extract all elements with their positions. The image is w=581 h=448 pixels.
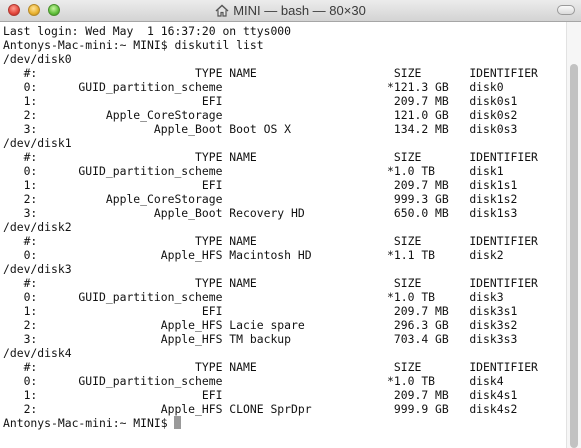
terminal-line: 0: GUID_partition_scheme *121.3 GB disk0: [3, 80, 504, 94]
terminal-line: /dev/disk1: [3, 136, 72, 150]
terminal-line: /dev/disk4: [3, 346, 72, 360]
terminal-line: #: TYPE NAME SIZE IDENTIFIER: [3, 234, 538, 248]
terminal-line: 2: Apple_CoreStorage 121.0 GB disk0s2: [3, 108, 518, 122]
terminal-line: 3: Apple_Boot Boot OS X 134.2 MB disk0s3: [3, 122, 518, 136]
terminal-line: /dev/disk0: [3, 52, 72, 66]
terminal-line: 0: GUID_partition_scheme *1.0 TB disk1: [3, 164, 504, 178]
terminal-line: 0: GUID_partition_scheme *1.0 TB disk4: [3, 374, 504, 388]
terminal-line: 0: GUID_partition_scheme *1.0 TB disk3: [3, 290, 504, 304]
terminal-line: 2: Apple_HFS Lacie spare 296.3 GB disk3s…: [3, 318, 518, 332]
terminal-line: 1: EFI 209.7 MB disk4s1: [3, 388, 518, 402]
home-icon: [215, 4, 229, 22]
terminal-line: #: TYPE NAME SIZE IDENTIFIER: [3, 276, 538, 290]
terminal-output[interactable]: Last login: Wed May 1 16:37:20 on ttys00…: [3, 24, 563, 436]
terminal-window: MINI — bash — 80×30 Last login: Wed May …: [0, 0, 581, 448]
scrollbar-track[interactable]: [566, 22, 581, 448]
terminal-line: 3: Apple_HFS TM backup 703.4 GB disk3s3: [3, 332, 518, 346]
terminal-line: 2: Apple_HFS CLONE SprDpr 999.9 GB disk4…: [3, 402, 518, 416]
shell-prompt: Antonys-Mac-mini:~ MINI$: [3, 416, 175, 430]
terminal-line: Antonys-Mac-mini:~ MINI$ diskutil list: [3, 38, 264, 52]
scrollbar-thumb[interactable]: [570, 64, 578, 448]
terminal-line: 3: Apple_Boot Recovery HD 650.0 MB disk1…: [3, 206, 518, 220]
window-title: MINI — bash — 80×30: [233, 3, 366, 18]
text-cursor: [174, 416, 182, 429]
terminal-line: 1: EFI 209.7 MB disk0s1: [3, 94, 518, 108]
toolbar-toggle-button[interactable]: [557, 5, 575, 15]
terminal-line: Last login: Wed May 1 16:37:20 on ttys00…: [3, 24, 292, 38]
title-bar[interactable]: MINI — bash — 80×30: [0, 0, 581, 22]
terminal-line: #: TYPE NAME SIZE IDENTIFIER: [3, 360, 538, 374]
terminal-line: #: TYPE NAME SIZE IDENTIFIER: [3, 150, 538, 164]
prompt-line[interactable]: Antonys-Mac-mini:~ MINI$: [3, 416, 563, 430]
terminal-line: 1: EFI 209.7 MB disk1s1: [3, 178, 518, 192]
window-title-area: MINI — bash — 80×30: [0, 2, 581, 22]
terminal-line: 1: EFI 209.7 MB disk3s1: [3, 304, 518, 318]
terminal-line: #: TYPE NAME SIZE IDENTIFIER: [3, 66, 538, 80]
terminal-line: /dev/disk3: [3, 262, 72, 276]
terminal-line: /dev/disk2: [3, 220, 72, 234]
terminal-line: 0: Apple_HFS Macintosh HD *1.1 TB disk2: [3, 248, 504, 262]
terminal-line: 2: Apple_CoreStorage 999.3 GB disk1s2: [3, 192, 518, 206]
